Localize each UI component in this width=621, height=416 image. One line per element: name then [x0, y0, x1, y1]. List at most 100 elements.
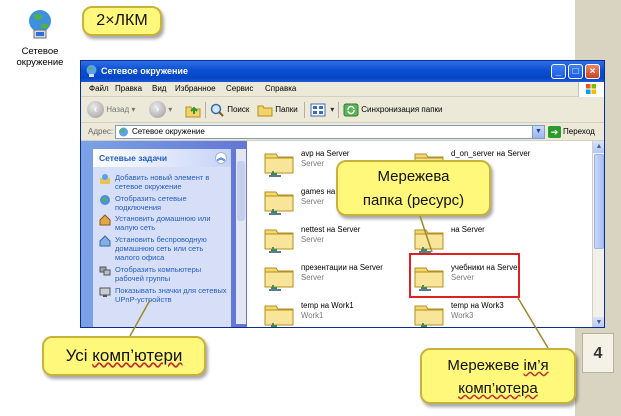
up-folder-button[interactable] — [185, 101, 201, 119]
search-label: Поиск — [227, 105, 250, 114]
network-folder-icon — [264, 153, 294, 177]
page-number: 4 — [582, 333, 614, 373]
callout-network-folder-line2: папка (ресурс) — [362, 192, 465, 209]
address-value: Сетевое окружение — [132, 127, 205, 136]
maximize-button[interactable]: □ — [568, 64, 583, 79]
address-bar: Адрес: Сетевое окружение ▼ ➔ Переход — [81, 123, 604, 141]
address-dropdown-button[interactable]: ▼ — [532, 126, 544, 138]
menu-file[interactable]: Файл — [89, 84, 109, 93]
network-folder-icon — [264, 229, 294, 253]
network-share-item[interactable]: nettest на Server Server — [263, 221, 423, 257]
network-places-icon — [29, 10, 51, 39]
menu-favorites[interactable]: Избранное — [175, 84, 216, 93]
network-folder-icon — [264, 305, 294, 327]
callout-all-computers: Усі комп’ютери — [42, 336, 206, 376]
back-label: Назад — [106, 105, 130, 114]
toolbar-separator — [304, 102, 305, 118]
network-folder-icon — [414, 305, 444, 327]
back-button[interactable]: ‹ Назад ▾ — [87, 101, 135, 119]
scrollbar-thumb[interactable] — [594, 154, 604, 249]
file-list-scrollbar[interactable]: ▲ ▼ — [592, 141, 604, 327]
forward-dropdown-icon: ▾ — [168, 105, 173, 114]
task-label: Добавить новый элемент в сетевое окружен… — [115, 173, 210, 191]
minimize-icon: _ — [555, 66, 562, 77]
callout-network-name-prefix: Мережеве — [447, 357, 524, 374]
home-network-icon — [99, 214, 111, 226]
scroll-down-button[interactable]: ▼ — [593, 317, 604, 327]
forward-button[interactable]: › ▾ — [149, 101, 172, 119]
task-setup-home-network[interactable]: Установить домашнюю или малую сеть — [99, 214, 227, 232]
network-connections-icon — [100, 195, 110, 205]
up-folder-icon — [185, 106, 201, 118]
wireless-network-icon — [99, 235, 111, 247]
search-button[interactable]: Поиск — [209, 101, 249, 119]
task-label: Установить домашнюю или малую сеть — [115, 214, 211, 232]
views-dropdown-icon: ▾ — [330, 105, 335, 114]
callout-network-folder-line1: Мережева — [377, 168, 450, 185]
toolbar: ‹ Назад ▾ › ▾ Поиск Папки ▾ Синхронизаци… — [81, 97, 604, 123]
sync-folder-button[interactable]: Синхронизация папки — [343, 101, 443, 119]
close-button[interactable]: × — [585, 64, 600, 79]
task-show-upnp[interactable]: Показывать значки для сетевых UPnP-устро… — [99, 286, 227, 304]
close-icon: × — [589, 66, 596, 77]
collapse-up-icon[interactable]: ︽ — [215, 152, 227, 164]
window-title: Сетевое окружение — [101, 66, 188, 76]
desktop-icon-label-1: Сетевое — [21, 46, 59, 57]
network-tasks-title: Сетевые задачи — [99, 153, 168, 163]
task-add-network-place[interactable]: Добавить новый элемент в сетевое окружен… — [99, 173, 227, 191]
network-folder-icon — [264, 191, 294, 215]
toolbar-separator — [338, 102, 339, 118]
task-show-connections[interactable]: Отобразить сетевые подключения — [99, 194, 227, 212]
network-share-item[interactable]: на Server — [413, 221, 573, 257]
address-field[interactable]: Сетевое окружение ▼ — [115, 125, 545, 139]
network-share-item[interactable]: temp на Work1 Work1 — [263, 297, 423, 327]
add-network-place-icon — [100, 174, 110, 184]
sync-icon — [343, 103, 359, 117]
share-name: nettest на Server — [301, 225, 361, 234]
folders-button[interactable]: Папки — [257, 101, 298, 119]
task-label: Отобразить компьютеры рабочей группы — [115, 265, 202, 283]
scrollbar-thumb[interactable] — [237, 161, 245, 221]
task-setup-wireless[interactable]: Установить беспроводную домашнюю сеть ил… — [99, 235, 227, 262]
slide: 4 Сетевое окружение 2×ЛКМ Сетевое окруже… — [0, 0, 621, 416]
go-arrow-icon: ➔ — [548, 126, 561, 138]
share-host: Work3 — [451, 311, 474, 320]
go-label: Переход — [563, 127, 595, 136]
menu-bar: Файл Правка Вид Избранное Сервис Справка — [81, 82, 604, 97]
menu-edit[interactable]: Правка — [115, 84, 142, 93]
go-button[interactable]: ➔ Переход — [548, 126, 595, 138]
network-share-item[interactable]: temp на Work3 Work3 — [413, 297, 573, 327]
network-share-item[interactable]: презентации на Server Server — [263, 259, 423, 295]
task-label: Показывать значки для сетевых UPnP-устро… — [115, 286, 227, 304]
menu-tools[interactable]: Сервис — [226, 84, 253, 93]
desktop-network-icon[interactable]: Сетевое окружение — [12, 8, 68, 68]
minimize-button[interactable]: _ — [551, 64, 566, 79]
menu-view[interactable]: Вид — [152, 84, 166, 93]
callout-double-click: 2×ЛКМ — [82, 6, 162, 36]
chevron-down-icon: ▼ — [535, 128, 542, 135]
share-host: Server — [301, 159, 324, 168]
back-arrow-icon: ‹ — [87, 101, 104, 119]
search-icon — [210, 103, 224, 117]
callout-all-computers-prefix: Усі — [65, 346, 93, 365]
network-tasks-panel: Сетевые задачи ︽ Добавить новый элемент … — [93, 149, 231, 327]
maximize-icon: □ — [572, 66, 579, 77]
task-pane-scrollbar[interactable] — [236, 149, 246, 324]
toolbar-separator — [205, 102, 206, 118]
callout-network-name-word1: ім’я — [523, 357, 549, 374]
task-show-workgroup[interactable]: Отобразить компьютеры рабочей группы — [99, 265, 227, 283]
network-tasks-header[interactable]: Сетевые задачи ︽ — [93, 149, 231, 167]
back-dropdown-icon: ▾ — [131, 105, 136, 114]
share-name: презентации на Server — [301, 263, 383, 272]
share-host: Work1 — [301, 311, 324, 320]
workgroup-computers-icon — [99, 266, 111, 276]
scroll-up-button[interactable]: ▲ — [593, 141, 604, 153]
callout-all-computers-word: комп’ютери — [92, 346, 183, 365]
window-titlebar[interactable]: Сетевое окружение _ □ × — [81, 61, 604, 82]
callout-network-folder: Мережева папка (ресурс) — [336, 160, 491, 216]
share-name: на Server — [451, 225, 485, 234]
windows-logo-icon — [578, 82, 604, 97]
menu-help[interactable]: Справка — [265, 84, 296, 93]
views-button[interactable]: ▾ — [310, 101, 334, 119]
task-label: Отобразить сетевые подключения — [115, 194, 187, 212]
